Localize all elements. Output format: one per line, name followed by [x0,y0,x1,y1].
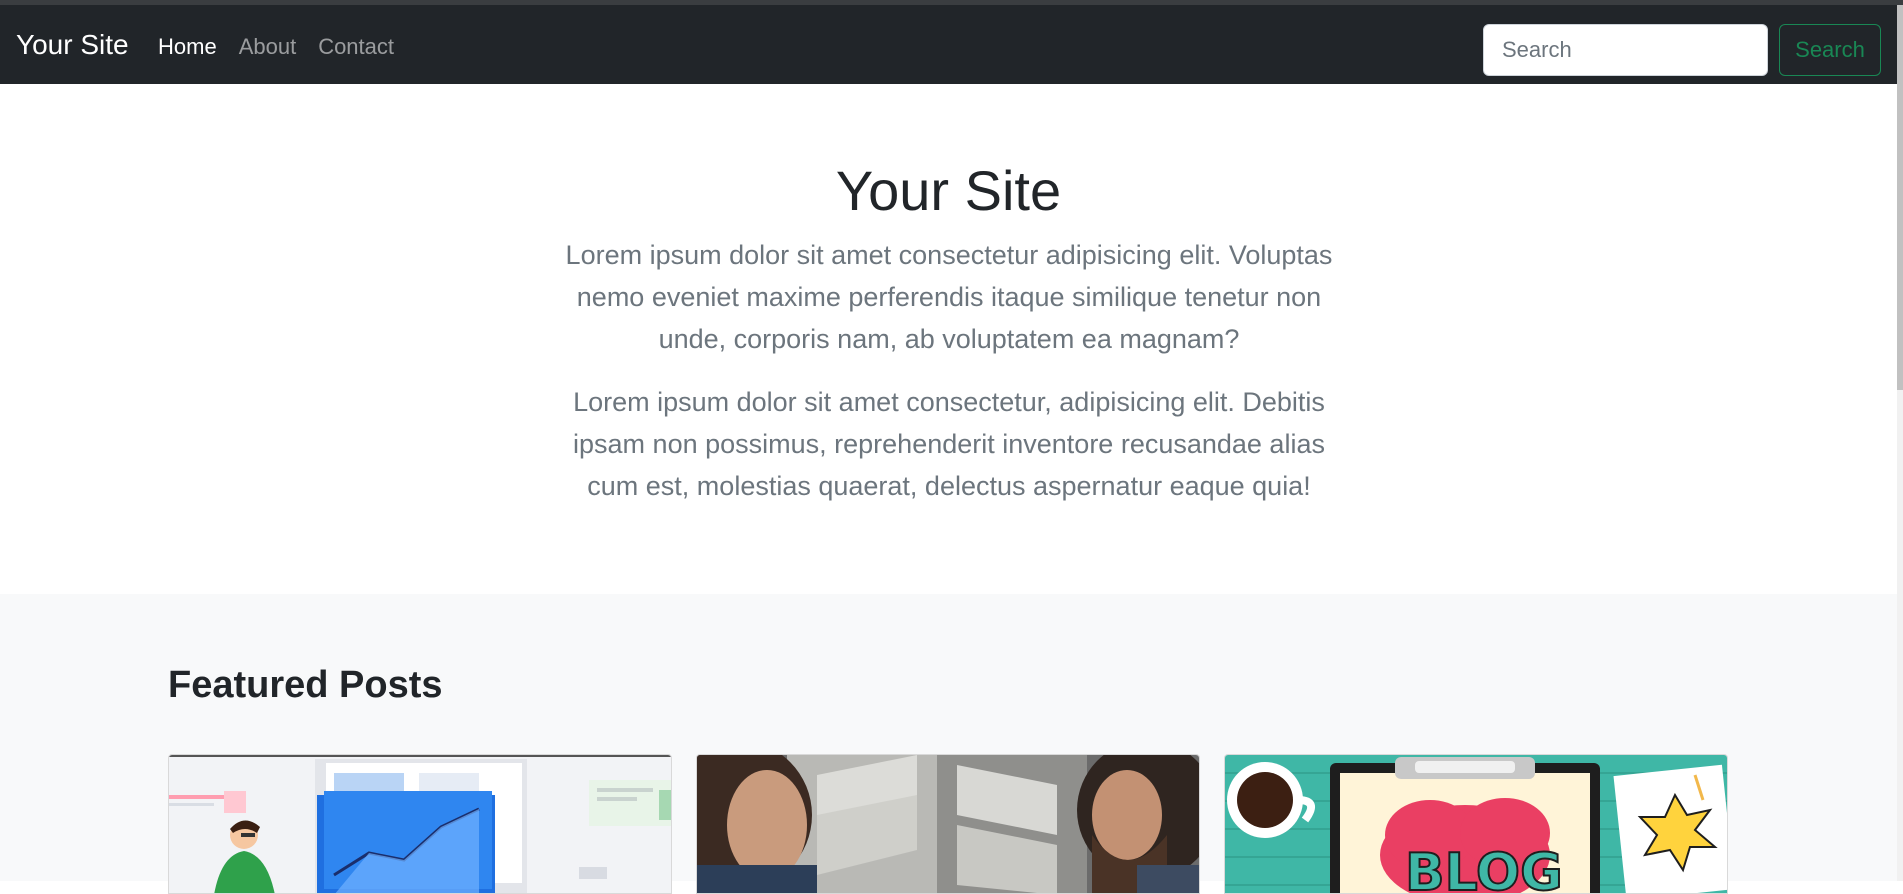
people-photo-image [697,755,1199,893]
search-button[interactable]: Search [1779,24,1881,76]
analytics-illustration-image [169,755,671,893]
nav-link-home[interactable]: Home [158,33,217,61]
blog-illustration-image: BLOG [1225,755,1727,894]
featured-posts-title: Featured Posts [168,664,443,706]
nav-links: Home About Contact [158,33,394,61]
featured-post-card-2[interactable] [696,754,1200,894]
nav-link-contact[interactable]: Contact [318,33,394,61]
brand-logo-text[interactable]: Your Site [16,27,129,63]
search-input[interactable] [1483,24,1768,76]
navbar: Your Site Home About Contact Search [0,5,1897,84]
featured-post-card-3[interactable]: BLOG [1224,754,1728,894]
svg-text:BLOG: BLOG [1405,843,1563,894]
featured-post-card-1[interactable] [168,754,672,894]
page-scrollbar-thumb[interactable] [1897,5,1903,390]
hero-paragraph-2: Lorem ipsum dolor sit amet consectetur, … [573,387,1325,501]
hero-section: Your Site Lorem ipsum dolor sit amet con… [0,84,1897,594]
hero-paragraph-1: Lorem ipsum dolor sit amet consectetur a… [565,240,1333,354]
nav-link-about[interactable]: About [239,33,297,61]
featured-posts-section: Featured Posts BLOG [0,594,1897,894]
hero-title: Your Site [835,159,1062,222]
